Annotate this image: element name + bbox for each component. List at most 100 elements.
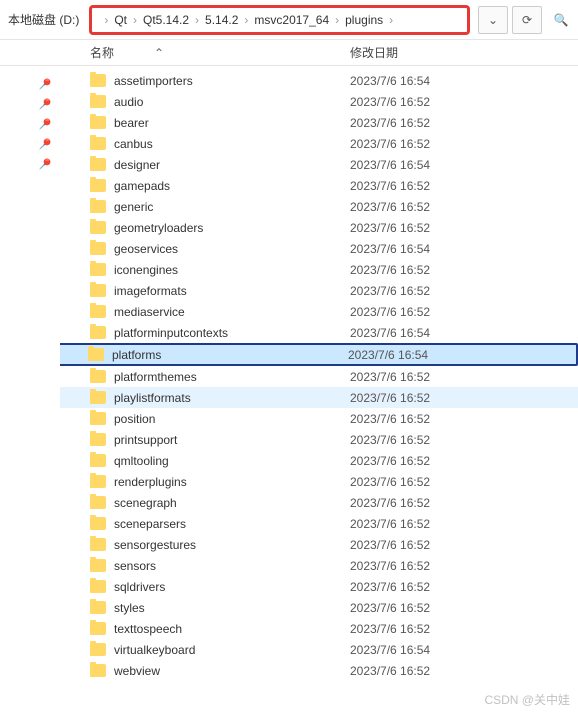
breadcrumb-separator-icon: › <box>389 13 393 27</box>
sort-arrow-icon: ⌃ <box>154 46 164 60</box>
folder-name: sqldrivers <box>114 580 350 594</box>
folder-date: 2023/7/6 16:52 <box>350 391 430 405</box>
folder-row[interactable]: position2023/7/6 16:52 <box>60 408 578 429</box>
folder-row[interactable]: renderplugins2023/7/6 16:52 <box>60 471 578 492</box>
folder-row[interactable]: generic2023/7/6 16:52 <box>60 196 578 217</box>
folder-date: 2023/7/6 16:54 <box>350 158 430 172</box>
folder-date: 2023/7/6 16:52 <box>350 454 430 468</box>
folder-icon <box>90 74 106 87</box>
folder-row[interactable]: assetimporters2023/7/6 16:54 <box>60 70 578 91</box>
folder-row[interactable]: webview2023/7/6 16:52 <box>60 660 578 681</box>
breadcrumb-segment[interactable]: msvc2017_64 <box>252 13 331 27</box>
folder-row[interactable]: virtualkeyboard2023/7/6 16:54 <box>60 639 578 660</box>
file-list: assetimporters2023/7/6 16:54audio2023/7/… <box>60 66 578 714</box>
folder-row[interactable]: platformthemes2023/7/6 16:52 <box>60 366 578 387</box>
breadcrumb-separator-icon: › <box>104 13 108 27</box>
search-button[interactable]: 🔍 <box>546 6 576 34</box>
folder-row[interactable]: canbus2023/7/6 16:52 <box>60 133 578 154</box>
folder-name: audio <box>114 95 350 109</box>
breadcrumb-separator-icon: › <box>133 13 137 27</box>
folder-name: geoservices <box>114 242 350 256</box>
folder-row[interactable]: audio2023/7/6 16:52 <box>60 91 578 112</box>
folder-date: 2023/7/6 16:52 <box>350 305 430 319</box>
breadcrumb-segment[interactable]: 5.14.2 <box>203 13 240 27</box>
folder-name: sensors <box>114 559 350 573</box>
folder-icon <box>90 116 106 129</box>
folder-name: sensorgestures <box>114 538 350 552</box>
folder-date: 2023/7/6 16:52 <box>350 137 430 151</box>
drive-label[interactable]: 本地磁盘 (D:) <box>2 11 85 28</box>
pin-icon[interactable]: 📍 <box>33 74 54 95</box>
folder-row[interactable]: platforminputcontexts2023/7/6 16:54 <box>60 322 578 343</box>
quick-access-pins: 📍📍📍📍📍 <box>0 66 60 714</box>
refresh-button[interactable]: ⟳ <box>512 6 542 34</box>
folder-date: 2023/7/6 16:54 <box>350 326 430 340</box>
folder-row[interactable]: sceneparsers2023/7/6 16:52 <box>60 513 578 534</box>
pin-icon[interactable]: 📍 <box>33 94 54 115</box>
folder-row[interactable]: scenegraph2023/7/6 16:52 <box>60 492 578 513</box>
folder-date: 2023/7/6 16:52 <box>350 370 430 384</box>
pin-icon[interactable]: 📍 <box>33 134 54 155</box>
folder-row[interactable]: designer2023/7/6 16:54 <box>60 154 578 175</box>
breadcrumb-segment[interactable]: Qt5.14.2 <box>141 13 191 27</box>
folder-date: 2023/7/6 16:54 <box>350 74 430 88</box>
folder-row[interactable]: platforms2023/7/6 16:54 <box>60 343 578 366</box>
folder-name: texttospeech <box>114 622 350 636</box>
folder-icon <box>90 454 106 467</box>
content-area: 📍📍📍📍📍 assetimporters2023/7/6 16:54audio2… <box>0 66 578 714</box>
folder-date: 2023/7/6 16:52 <box>350 433 430 447</box>
folder-icon <box>90 664 106 677</box>
folder-date: 2023/7/6 16:52 <box>350 263 430 277</box>
folder-icon <box>90 559 106 572</box>
folder-row[interactable]: mediaservice2023/7/6 16:52 <box>60 301 578 322</box>
breadcrumb-segment[interactable]: Qt <box>112 13 129 27</box>
folder-icon <box>90 263 106 276</box>
folder-row[interactable]: qmltooling2023/7/6 16:52 <box>60 450 578 471</box>
breadcrumb-separator-icon: › <box>244 13 248 27</box>
folder-row[interactable]: sensorgestures2023/7/6 16:52 <box>60 534 578 555</box>
folder-date: 2023/7/6 16:52 <box>350 200 430 214</box>
folder-row[interactable]: printsupport2023/7/6 16:52 <box>60 429 578 450</box>
folder-row[interactable]: gamepads2023/7/6 16:52 <box>60 175 578 196</box>
folder-date: 2023/7/6 16:54 <box>350 643 430 657</box>
folder-name: canbus <box>114 137 350 151</box>
folder-date: 2023/7/6 16:52 <box>350 221 430 235</box>
column-name-label: 名称 <box>90 44 114 61</box>
folder-icon <box>90 496 106 509</box>
folder-row[interactable]: geoservices2023/7/6 16:54 <box>60 238 578 259</box>
folder-row[interactable]: texttospeech2023/7/6 16:52 <box>60 618 578 639</box>
folder-icon <box>90 305 106 318</box>
folder-row[interactable]: bearer2023/7/6 16:52 <box>60 112 578 133</box>
folder-name: styles <box>114 601 350 615</box>
folder-row[interactable]: sensors2023/7/6 16:52 <box>60 555 578 576</box>
folder-icon <box>90 517 106 530</box>
folder-row[interactable]: sqldrivers2023/7/6 16:52 <box>60 576 578 597</box>
breadcrumb-separator-icon: › <box>195 13 199 27</box>
folder-row[interactable]: styles2023/7/6 16:52 <box>60 597 578 618</box>
folder-icon <box>90 284 106 297</box>
pin-icon[interactable]: 📍 <box>33 114 54 135</box>
folder-name: imageformats <box>114 284 350 298</box>
folder-name: platformthemes <box>114 370 350 384</box>
folder-date: 2023/7/6 16:52 <box>350 284 430 298</box>
column-name-header[interactable]: 名称 ⌃ <box>90 44 350 61</box>
folder-row[interactable]: playlistformats2023/7/6 16:52 <box>60 387 578 408</box>
folder-icon <box>90 179 106 192</box>
folder-icon <box>88 348 104 361</box>
folder-row[interactable]: geometryloaders2023/7/6 16:52 <box>60 217 578 238</box>
breadcrumb[interactable]: ›Qt›Qt5.14.2›5.14.2›msvc2017_64›plugins› <box>89 5 470 35</box>
folder-row[interactable]: iconengines2023/7/6 16:52 <box>60 259 578 280</box>
column-date-header[interactable]: 修改日期 <box>350 44 578 61</box>
chevron-down-icon: ⌄ <box>488 13 498 27</box>
folder-icon <box>90 643 106 656</box>
folder-name: virtualkeyboard <box>114 643 350 657</box>
dropdown-button[interactable]: ⌄ <box>478 6 508 34</box>
folder-row[interactable]: imageformats2023/7/6 16:52 <box>60 280 578 301</box>
breadcrumb-segment[interactable]: plugins <box>343 13 385 27</box>
refresh-icon: ⟳ <box>522 13 532 27</box>
folder-icon <box>90 391 106 404</box>
pin-icon[interactable]: 📍 <box>33 154 54 175</box>
address-toolbar: 本地磁盘 (D:) › Qt › Qt5.14.2 › 5.14.2 › msvc2017_6… <box>0 0 578 40</box>
folder-name: iconengines <box>114 263 350 277</box>
folder-icon <box>90 326 106 339</box>
